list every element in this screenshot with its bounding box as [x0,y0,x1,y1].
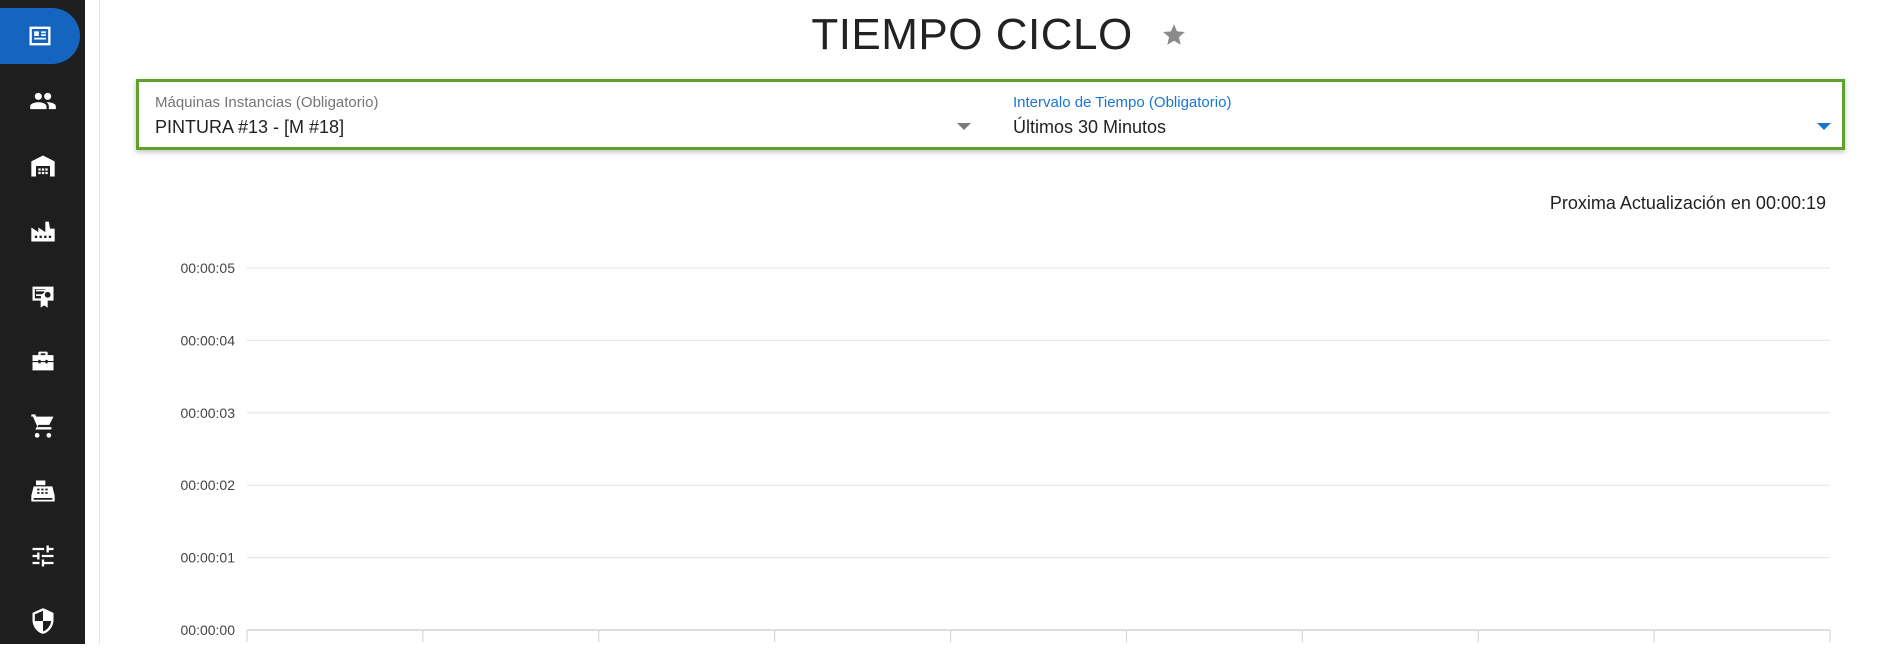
nav-item-cart[interactable] [0,398,85,454]
shield-icon [32,608,53,634]
y-tick-label: 00:00:05 [181,260,236,276]
nav-item-settings-sliders[interactable] [0,528,85,584]
cash-register-icon [30,480,55,502]
nav-item-security[interactable] [0,593,85,649]
nav-item-toolbox[interactable] [0,333,85,389]
y-tick-label: 00:00:03 [181,405,236,421]
chevron-down-icon [957,123,971,130]
interval-select-label: Intervalo de Tiempo (Obligatorio) [1013,94,1232,111]
nav-item-factory[interactable] [0,203,85,259]
interval-select[interactable]: Intervalo de Tiempo (Obligatorio) Último… [1013,94,1831,140]
sliders-icon [32,545,53,567]
machine-select-value: PINTURA #13 - [M #18] [155,117,345,137]
chevron-down-icon [1817,123,1831,130]
machine-select-label: Máquinas Instancias (Obligatorio) [155,94,379,111]
dashboard-icon [29,26,51,46]
cart-icon [30,414,53,438]
filters-panel: Máquinas Instancias (Obligatorio) PINTUR… [136,79,1845,150]
y-tick-label: 00:00:00 [181,622,236,638]
nav-item-cash-register[interactable] [0,463,85,519]
warehouse-icon [30,155,55,177]
header: TIEMPO CICLO [100,10,1898,60]
content-divider [99,0,100,644]
certificate-icon [32,286,53,308]
y-tick-label: 00:00:04 [181,332,236,348]
nav-item-people[interactable] [0,73,85,129]
next-update-status: Proxima Actualización en 00:00:19 [1549,193,1826,213]
cycle-time-chart: 00:00:05 00:00:04 00:00:03 00:00:02 00:00:01… [181,260,1831,642]
nav-item-certificate[interactable] [0,268,85,324]
y-tick-label: 00:00:02 [181,477,236,493]
nav-item-warehouse[interactable] [0,138,85,194]
people-icon [29,92,56,110]
factory-icon [30,221,55,242]
nav-item-dashboard[interactable] [0,8,80,64]
interval-select-value: Últimos 30 Minutos [1013,117,1167,137]
sidebar [0,0,85,644]
y-tick-label: 00:00:01 [181,550,236,566]
machine-select[interactable]: Máquinas Instancias (Obligatorio) PINTUR… [155,94,977,140]
toolbox-icon [32,351,53,371]
star-icon[interactable] [1161,22,1187,48]
page-title: TIEMPO CICLO [811,10,1133,59]
